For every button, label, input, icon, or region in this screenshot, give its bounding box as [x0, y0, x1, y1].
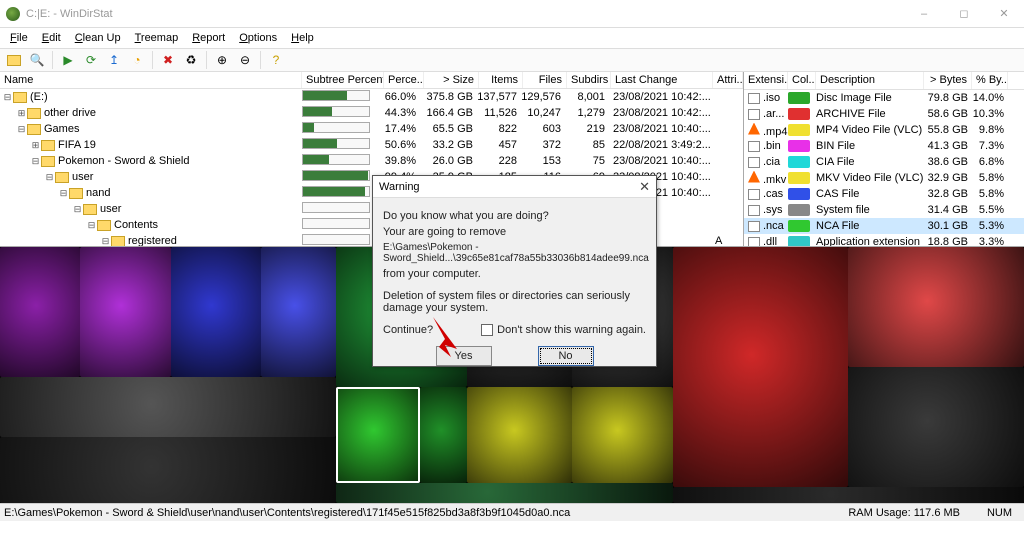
col-size[interactable]: > Size [424, 72, 479, 88]
toolbar: 🔍 ▶ ⟳ ↥ ◔ ✖ ♻ ⊕ ⊖ ? [0, 48, 1024, 72]
col-color[interactable]: Col... [788, 72, 816, 89]
tree-row[interactable]: ⊞FIFA 1950.6%33.2 GB4573728522/08/2021 3… [0, 137, 743, 153]
col-attr[interactable]: Attri... [713, 72, 743, 88]
menu-options[interactable]: Options [233, 30, 283, 46]
no-button[interactable]: No [538, 346, 594, 366]
tree-row[interactable]: ⊞other drive44.3%166.4 GB11,52610,2471,2… [0, 105, 743, 121]
menubar: FileEditClean UpTreemapReportOptionsHelp [0, 28, 1024, 48]
statusbar: E:\Games\Pokemon - Sword & Shield\user\n… [0, 503, 1024, 521]
menu-file[interactable]: File [4, 30, 34, 46]
status-ram: RAM Usage: 117.6 MB [848, 507, 976, 519]
zoom-out-icon[interactable]: ⊖ [235, 50, 255, 70]
trash-icon[interactable]: ♻ [181, 50, 201, 70]
ext-row[interactable]: .ciaCIA File38.6 GB6.8% [744, 154, 1024, 170]
col-subdirs[interactable]: Subdirs [567, 72, 611, 88]
dialog-warning: Deletion of system files or directories … [383, 290, 646, 314]
yes-button[interactable]: Yes [436, 346, 492, 366]
col-name[interactable]: Name [0, 72, 302, 88]
menu-treemap[interactable]: Treemap [129, 30, 185, 46]
col-subtree[interactable]: Subtree Percent... [302, 72, 384, 88]
ext-row[interactable]: .mp4MP4 Video File (VLC)55.8 GB9.8% [744, 122, 1024, 138]
maximize-button[interactable]: ◻ [944, 0, 984, 28]
col-items[interactable]: Items [479, 72, 523, 88]
dont-show-checkbox[interactable]: Don't show this warning again. [481, 324, 646, 336]
ext-row[interactable]: .isoDisc Image File79.8 GB14.0% [744, 90, 1024, 106]
menu-clean-up[interactable]: Clean Up [69, 30, 127, 46]
tree-column-headers: Name Subtree Percent... Perce... > Size … [0, 72, 743, 89]
dialog-title: Warning [379, 181, 420, 193]
ext-row[interactable]: .binBIN File41.3 GB7.3% [744, 138, 1024, 154]
col-perc[interactable]: Perce... [384, 72, 424, 88]
menu-report[interactable]: Report [186, 30, 231, 46]
refresh-icon[interactable]: ⟳ [81, 50, 101, 70]
tree-row[interactable]: ⊟Games17.4%65.5 GB82260321923/08/2021 10… [0, 121, 743, 137]
tree-row[interactable]: ⊟(E:)66.0%375.8 GB137,577129,5768,00123/… [0, 89, 743, 105]
col-desc[interactable]: Description [816, 72, 924, 89]
warning-dialog: Warning ✕ Do you know what you are doing… [372, 175, 657, 367]
ext-row[interactable]: .sysSystem file31.4 GB5.5% [744, 202, 1024, 218]
delete-icon[interactable]: ✖ [158, 50, 178, 70]
dialog-path: E:\Games\Pokemon - Sword_Shield...\39c65… [383, 242, 646, 264]
close-button[interactable]: ✕ [984, 0, 1024, 28]
help-icon[interactable]: ? [266, 50, 286, 70]
ext-row[interactable]: .dllApplication extension18.8 GB3.3% [744, 234, 1024, 246]
col-files[interactable]: Files [523, 72, 567, 88]
tree-row[interactable]: ⊟Pokemon - Sword & Shield39.8%26.0 GB228… [0, 153, 743, 169]
ext-row[interactable]: .casCAS File32.8 GB5.8% [744, 186, 1024, 202]
open-icon[interactable] [4, 50, 24, 70]
titlebar: C:|E: - WinDirStat – ◻ ✕ [0, 0, 1024, 28]
col-ext[interactable]: Extensi... [744, 72, 788, 89]
col-byper[interactable]: % By... [972, 72, 1008, 89]
extension-list-panel: Extensi... Col... Description > Bytes % … [744, 72, 1024, 246]
ext-row[interactable]: .ncaNCA File30.1 GB5.3% [744, 218, 1024, 234]
menu-help[interactable]: Help [285, 30, 320, 46]
col-lastchange[interactable]: Last Change [611, 72, 713, 88]
ext-column-headers: Extensi... Col... Description > Bytes % … [744, 72, 1024, 90]
ext-row[interactable]: .mkvMKV Video File (VLC)32.9 GB5.8% [744, 170, 1024, 186]
dialog-line1: Your are going to remove [383, 226, 646, 238]
zoom-in-icon[interactable]: ⊕ [212, 50, 232, 70]
dialog-line3: from your computer. [383, 268, 646, 280]
status-num: NUM [976, 507, 1020, 519]
dialog-continue: Continue? [383, 324, 433, 336]
col-bytes[interactable]: > Bytes [924, 72, 972, 89]
ext-row[interactable]: .ar...ARCHIVE File58.6 GB10.3% [744, 106, 1024, 122]
window-title: C:|E: - WinDirStat [26, 8, 113, 20]
arrow-up-icon[interactable]: ↥ [104, 50, 124, 70]
dialog-close-icon[interactable]: ✕ [639, 179, 650, 195]
menu-edit[interactable]: Edit [36, 30, 67, 46]
minimize-button[interactable]: – [904, 0, 944, 28]
run-icon[interactable]: ▶ [58, 50, 78, 70]
status-path: E:\Games\Pokemon - Sword & Shield\user\n… [4, 507, 570, 519]
pacman-icon[interactable]: ◔ [127, 50, 147, 70]
zoom-icon[interactable]: 🔍 [27, 50, 47, 70]
app-icon [6, 7, 20, 21]
dialog-question: Do you know what you are doing? [383, 210, 646, 222]
